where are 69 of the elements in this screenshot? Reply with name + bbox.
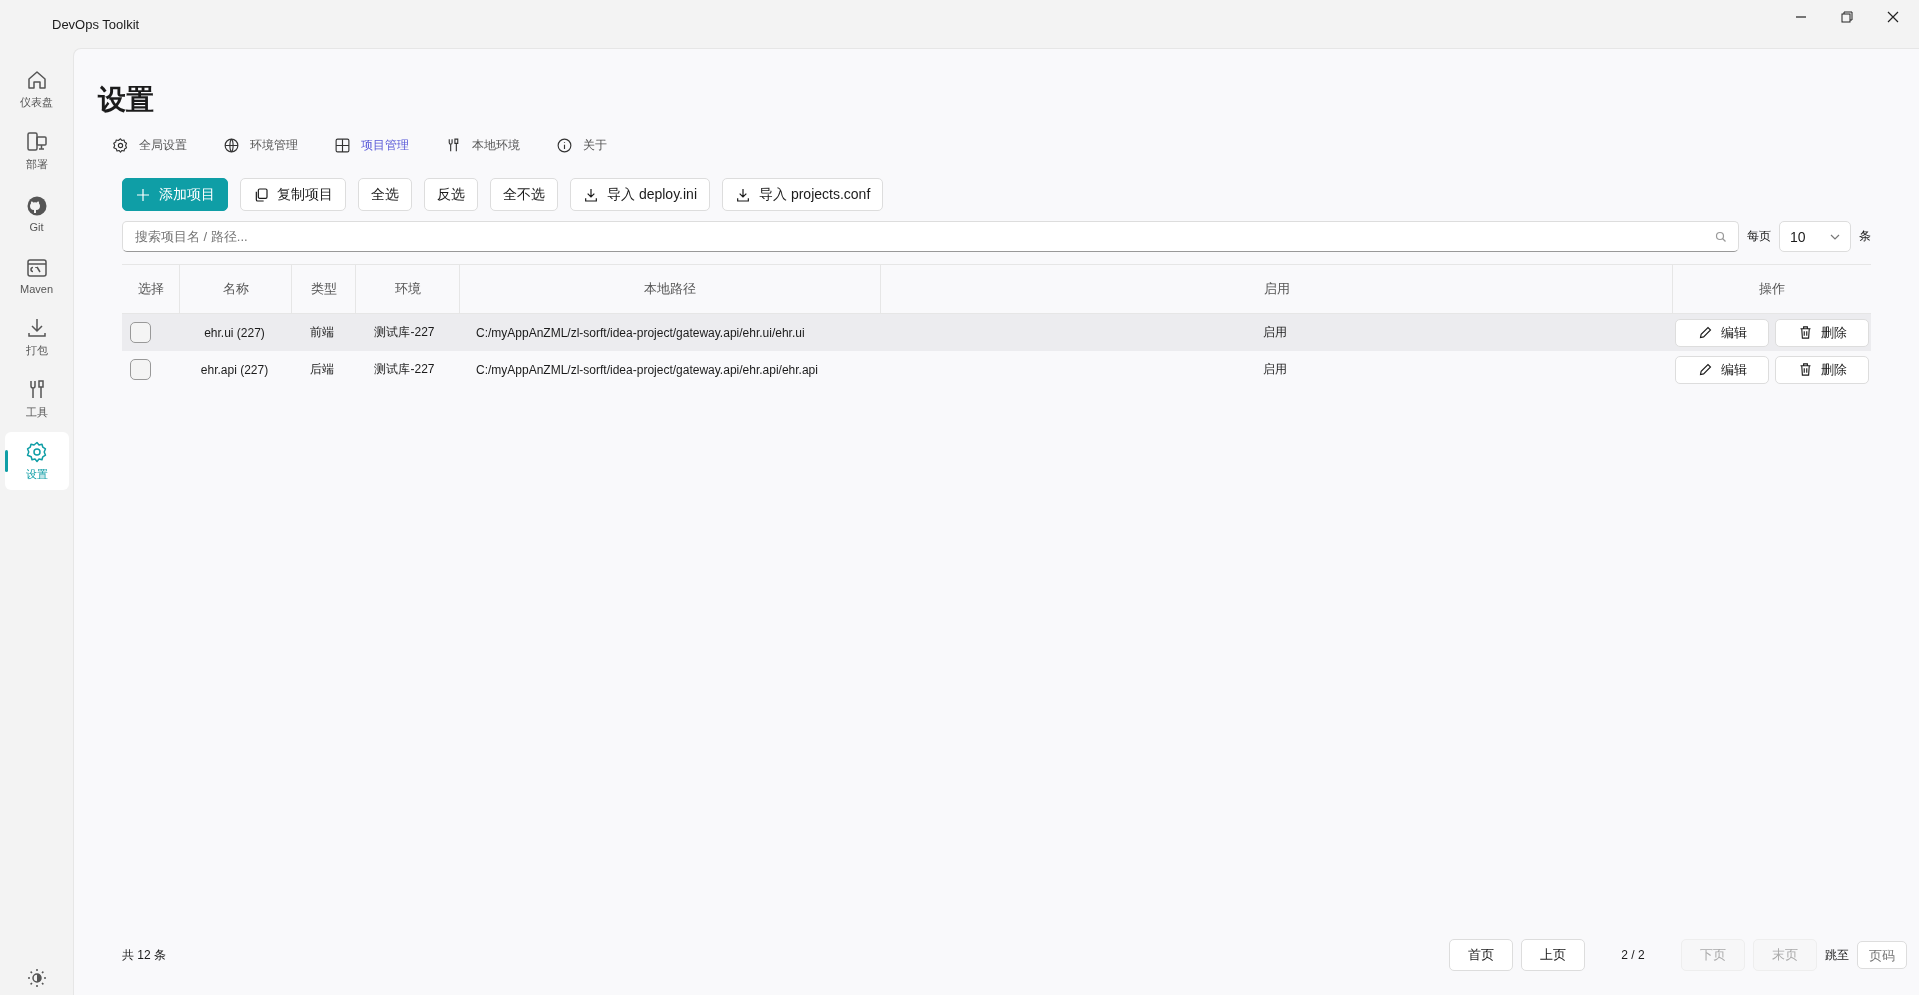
globe-icon: [223, 137, 240, 154]
column-header: 环境: [356, 265, 460, 313]
toolbar-button[interactable]: 全选: [358, 178, 412, 211]
table-cell: 测试库-227: [374, 324, 435, 341]
edit-button[interactable]: 编辑: [1675, 355, 1769, 384]
column-header: 类型: [292, 265, 356, 313]
pager-button[interactable]: 上页: [1521, 939, 1585, 971]
tab[interactable]: 全局设置: [112, 137, 187, 154]
sidebar-item[interactable]: 工具: [4, 370, 69, 428]
total-count: 共 12 条: [122, 946, 166, 964]
table-cell: 后端: [309, 361, 334, 378]
toolbar-button[interactable]: 复制项目: [240, 178, 346, 211]
page-number-field[interactable]: 页码: [1857, 941, 1907, 969]
plus-icon: [135, 186, 151, 203]
sidebar-item[interactable]: 打包: [4, 308, 69, 366]
table-cell: 启用: [1263, 361, 1287, 378]
info-icon: [556, 137, 573, 154]
table-cell: 启用: [1263, 324, 1287, 341]
pager-button[interactable]: 首页: [1449, 939, 1513, 971]
sidebar-item[interactable]: Git: [4, 184, 69, 242]
sidebar-item[interactable]: Maven: [4, 246, 69, 304]
table-cell: ehr.ui (227): [204, 325, 265, 340]
close-icon[interactable]: [1887, 11, 1899, 23]
search-field[interactable]: 搜索项目名 / 路径...: [122, 221, 1739, 252]
column-header: 启用: [881, 265, 1673, 313]
pencil-icon: [1697, 362, 1713, 377]
column-header: 本地路径: [460, 265, 881, 313]
table-cell: C:/myAppAnZML/zl-sorft/idea-project/gateway.api/ehr.ui/ehr.ui: [476, 325, 805, 340]
tab[interactable]: 项目管理: [334, 137, 409, 154]
chevron-down-icon: [1830, 233, 1840, 240]
delete-button[interactable]: 删除: [1775, 318, 1869, 347]
checkbox[interactable]: [130, 359, 151, 380]
tab[interactable]: 环境管理: [223, 137, 298, 154]
table-cell: 测试库-227: [374, 361, 435, 378]
restore-icon[interactable]: [1841, 11, 1853, 23]
jump-label: 跳至: [1825, 946, 1849, 964]
tab[interactable]: 本地环境: [445, 137, 520, 154]
page-title: 设置: [98, 83, 155, 117]
window-title: DevOps Toolkit: [52, 16, 140, 32]
column-header: 选择: [122, 265, 180, 313]
toolbar-button[interactable]: 反选: [424, 178, 478, 211]
page-size-select[interactable]: 10: [1779, 221, 1851, 252]
blocks-icon: [334, 137, 351, 154]
pencil-icon: [1697, 325, 1713, 340]
page-size-label: 每页: [1747, 228, 1771, 245]
table-row[interactable]: ehr.ui (227) 前端 测试库-227 C:/myAppAnZML/zl-sorft/idea-project/gateway.api/ehr.ui/ehr.ui 启用 编辑 删除: [122, 314, 1871, 351]
download-icon: [735, 186, 751, 203]
edit-button[interactable]: 编辑: [1675, 318, 1769, 347]
column-header: 操作: [1758, 280, 1786, 298]
page-indicator: 2 / 2: [1620, 948, 1646, 962]
gear-icon: [24, 440, 49, 464]
gear-icon: [112, 137, 129, 154]
toolbar-button[interactable]: 导入 deploy.ini: [570, 178, 710, 211]
table-cell: 前端: [309, 324, 334, 341]
tab[interactable]: 关于: [556, 137, 607, 154]
table-cell: ehr.api (227): [200, 362, 269, 377]
search-icon: [1715, 231, 1727, 243]
theme-toggle-icon[interactable]: [25, 967, 48, 989]
toolbar-button[interactable]: 导入 projects.conf: [722, 178, 884, 211]
toolbar-button[interactable]: 全不选: [490, 178, 558, 211]
sidebar-item[interactable]: 部署: [4, 122, 69, 180]
sidebar-item[interactable]: 仪表盘: [4, 60, 69, 118]
page-size-unit: 条: [1859, 228, 1871, 245]
download-icon: [583, 186, 599, 203]
delete-button[interactable]: 删除: [1775, 355, 1869, 384]
table-cell: C:/myAppAnZML/zl-sorft/idea-project/gateway.api/ehr.api/ehr.api: [476, 362, 818, 377]
copy-icon: [253, 186, 269, 203]
column-header: 名称: [180, 265, 292, 313]
checkbox[interactable]: [130, 322, 151, 343]
